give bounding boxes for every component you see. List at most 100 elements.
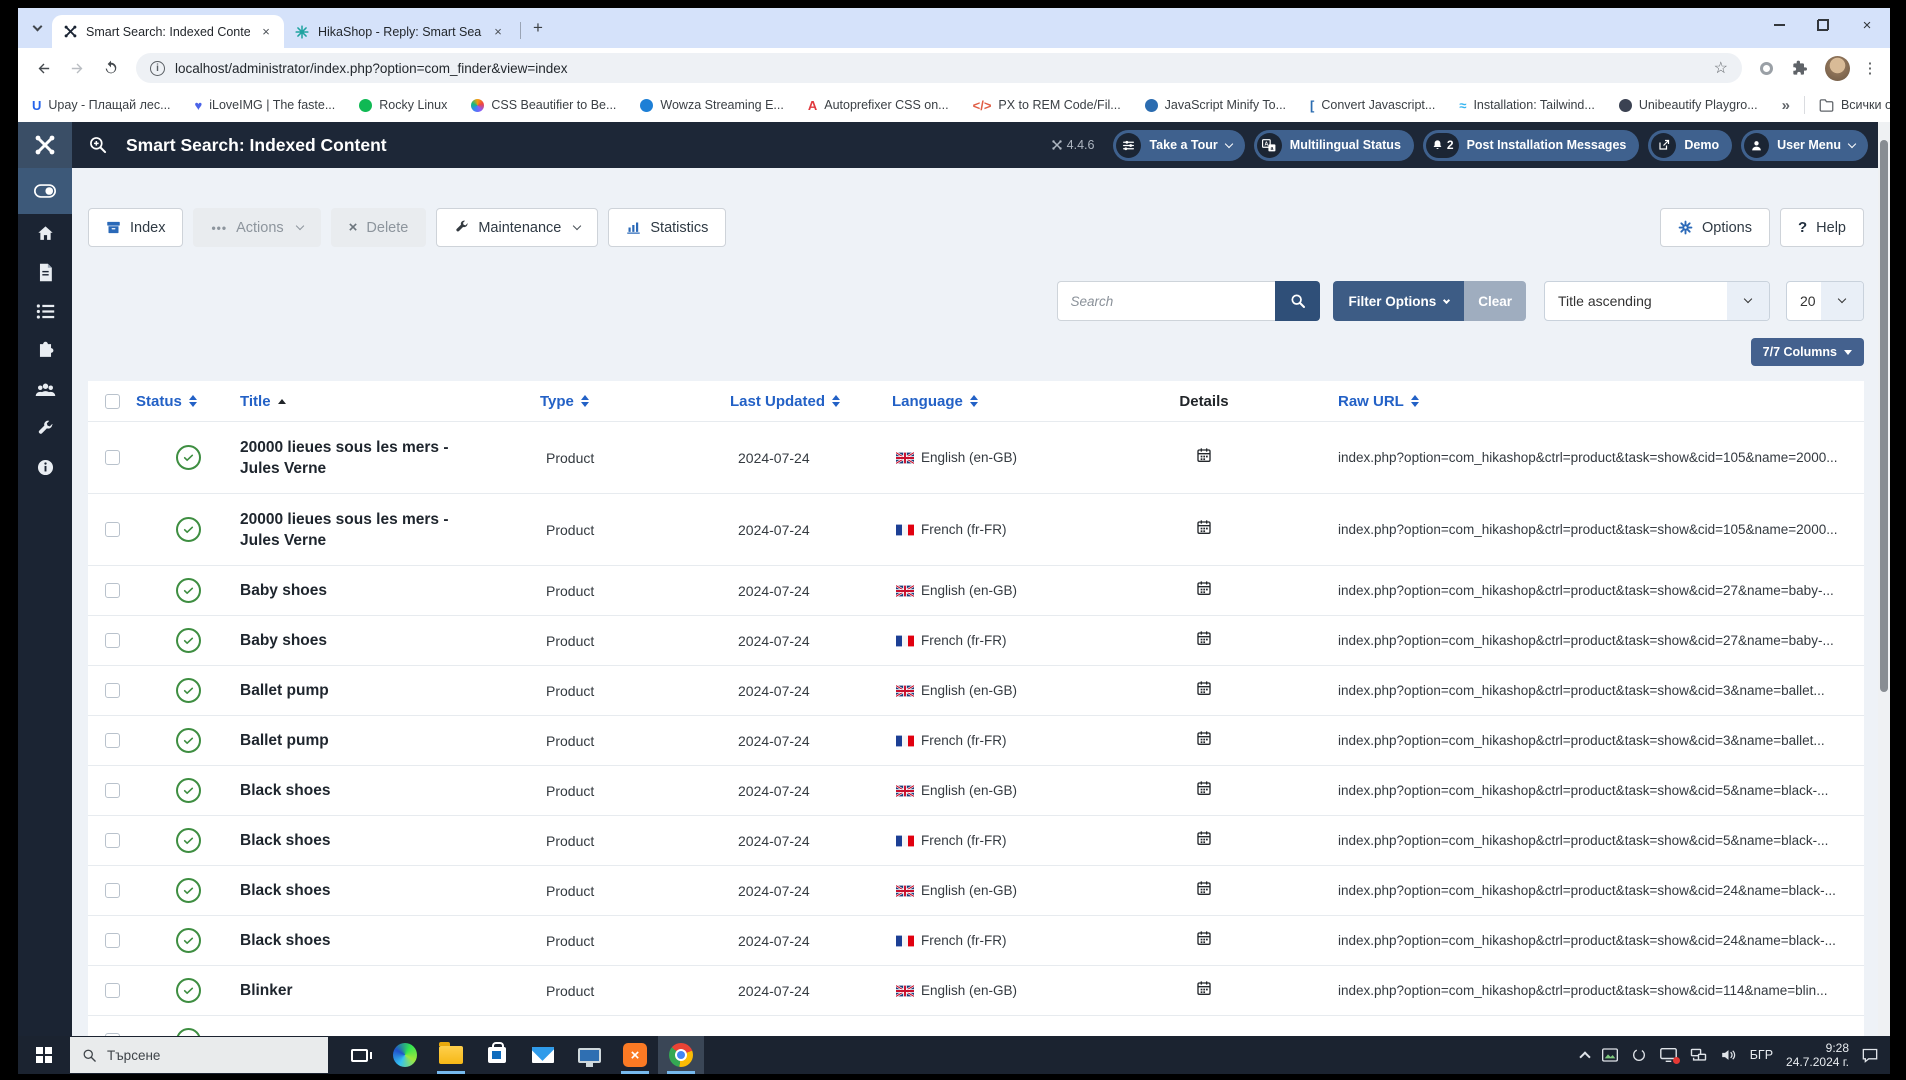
url-text[interactable]: localhost/administrator/index.php?option… (175, 61, 1706, 76)
status-published-icon[interactable] (176, 628, 201, 653)
post-installation-messages-button[interactable]: 2 Post Installation Messages (1423, 130, 1639, 161)
scrollbar-thumb[interactable] (1880, 140, 1888, 692)
network-tray-icon[interactable] (1690, 1048, 1707, 1062)
restore-button[interactable] (1816, 18, 1830, 32)
options-button[interactable]: Options (1660, 208, 1770, 247)
bookmark-item[interactable]: Wowza Streaming E... (640, 98, 783, 112)
sidebar-item-content[interactable] (18, 253, 72, 292)
extension-badge-icon[interactable] (1760, 62, 1773, 75)
multilingual-status-button[interactable]: Aa Multilingual Status (1254, 130, 1414, 161)
row-checkbox[interactable] (105, 983, 120, 998)
row-checkbox[interactable] (105, 733, 120, 748)
status-published-icon[interactable] (176, 1028, 201, 1036)
status-published-icon[interactable] (176, 978, 201, 1003)
row-checkbox[interactable] (105, 633, 120, 648)
row-checkbox[interactable] (105, 883, 120, 898)
status-published-icon[interactable] (176, 728, 201, 753)
status-published-icon[interactable] (176, 445, 201, 470)
user-menu-button[interactable]: User Menu (1741, 130, 1868, 161)
row-checkbox[interactable] (105, 683, 120, 698)
sidebar-item-home[interactable] (18, 214, 72, 253)
edge-button[interactable] (382, 1036, 428, 1074)
page-info-icon[interactable]: i (150, 61, 165, 76)
clear-button[interactable]: Clear (1464, 281, 1526, 321)
onedrive-tray-icon[interactable] (1631, 1048, 1647, 1062)
search-button[interactable] (1275, 281, 1320, 321)
search-input[interactable] (1057, 281, 1275, 321)
status-published-icon[interactable] (176, 578, 201, 603)
demo-button[interactable]: Demo (1648, 130, 1732, 161)
bookmark-item[interactable]: A Autoprefixer CSS on... (808, 98, 949, 113)
joomla-logo-icon[interactable] (18, 122, 72, 168)
extensions-puzzle-icon[interactable] (1785, 53, 1815, 83)
header-status[interactable]: Status (136, 393, 240, 410)
bookmark-item[interactable]: [ Convert Javascript... (1310, 98, 1435, 113)
header-title[interactable]: Title (240, 393, 540, 410)
sidebar-item-components[interactable] (18, 331, 72, 370)
all-bookmarks-folder[interactable]: Всички отметки (1819, 98, 1890, 112)
tab-close-icon[interactable]: × (258, 24, 274, 39)
header-language[interactable]: Language (892, 393, 1104, 410)
close-button[interactable]: × (1860, 18, 1874, 32)
calendar-details-icon[interactable] (1196, 730, 1212, 751)
row-checkbox[interactable] (105, 583, 120, 598)
bookmark-item[interactable]: Unibeautify Playgro... (1619, 98, 1758, 112)
xampp-button[interactable]: × (612, 1036, 658, 1074)
back-icon[interactable] (28, 53, 58, 83)
calendar-details-icon[interactable] (1196, 519, 1212, 540)
forward-icon[interactable] (62, 53, 92, 83)
maintenance-button[interactable]: Maintenance (436, 208, 598, 247)
statistics-button[interactable]: Statistics (608, 208, 726, 247)
calendar-details-icon[interactable] (1196, 980, 1212, 1001)
remote-desktop-button[interactable] (566, 1036, 612, 1074)
reload-icon[interactable] (96, 53, 126, 83)
take-a-tour-button[interactable]: Take a Tour (1113, 130, 1244, 161)
bookmark-item[interactable]: CSS Beautifier to Be... (471, 98, 616, 112)
bookmark-item[interactable]: JavaScript Minify To... (1145, 98, 1286, 112)
input-language-indicator[interactable]: БГР (1750, 1048, 1773, 1062)
page-size-select[interactable]: 20 (1786, 281, 1864, 321)
photos-tray-icon[interactable] (1602, 1048, 1618, 1062)
row-checkbox[interactable] (105, 833, 120, 848)
delete-button[interactable]: × Delete (331, 208, 427, 247)
bookmarks-overflow-icon[interactable]: » (1782, 97, 1790, 114)
bookmark-item[interactable]: Rocky Linux (359, 98, 447, 112)
status-published-icon[interactable] (176, 828, 201, 853)
browser-tab[interactable]: HikaShop - Reply: Smart Search × (284, 15, 516, 48)
browser-menu-icon[interactable]: ⋮ (1860, 59, 1880, 77)
calendar-details-icon[interactable] (1196, 630, 1212, 651)
row-checkbox[interactable] (105, 450, 120, 465)
sidebar-item-users[interactable] (18, 370, 72, 409)
file-explorer-button[interactable] (428, 1036, 474, 1074)
bookmark-item[interactable]: ≈ Installation: Tailwind... (1459, 98, 1595, 113)
index-button[interactable]: Index (88, 208, 183, 247)
tab-search-chevron-icon[interactable] (24, 15, 50, 41)
columns-toggle-button[interactable]: 7/7 Columns (1751, 338, 1864, 366)
microsoft-store-button[interactable] (474, 1036, 520, 1074)
browser-tab[interactable]: Smart Search: Indexed Content × (52, 15, 284, 48)
remote-session-tray-icon[interactable] (1660, 1048, 1677, 1062)
help-button[interactable]: ? Help (1780, 208, 1864, 247)
header-last-updated[interactable]: Last Updated (730, 393, 892, 410)
taskbar-clock[interactable]: 9:28 24.7.2024 г. (1786, 1041, 1849, 1069)
volume-tray-icon[interactable] (1720, 1048, 1737, 1062)
start-button[interactable] (18, 1036, 70, 1074)
calendar-details-icon[interactable] (1196, 830, 1212, 851)
calendar-details-icon[interactable] (1196, 580, 1212, 601)
calendar-details-icon[interactable] (1196, 680, 1212, 701)
sidebar-item-system[interactable] (18, 409, 72, 448)
status-published-icon[interactable] (176, 878, 201, 903)
header-raw-url[interactable]: Raw URL (1304, 393, 1864, 410)
bookmark-item[interactable]: U Upay - Плащай лес... (32, 98, 171, 113)
tray-expand-icon[interactable] (1579, 1051, 1590, 1062)
calendar-details-icon[interactable] (1196, 780, 1212, 801)
page-scrollbar[interactable] (1878, 122, 1890, 1036)
minimize-button[interactable] (1772, 18, 1786, 32)
row-checkbox[interactable] (105, 522, 120, 537)
bookmark-item[interactable]: </> PX to REM Code/Fil... (973, 98, 1121, 113)
header-type[interactable]: Type (540, 393, 730, 410)
mail-button[interactable] (520, 1036, 566, 1074)
calendar-details-icon[interactable] (1196, 447, 1212, 468)
status-published-icon[interactable] (176, 678, 201, 703)
address-bar[interactable]: i localhost/administrator/index.php?opti… (136, 53, 1742, 83)
